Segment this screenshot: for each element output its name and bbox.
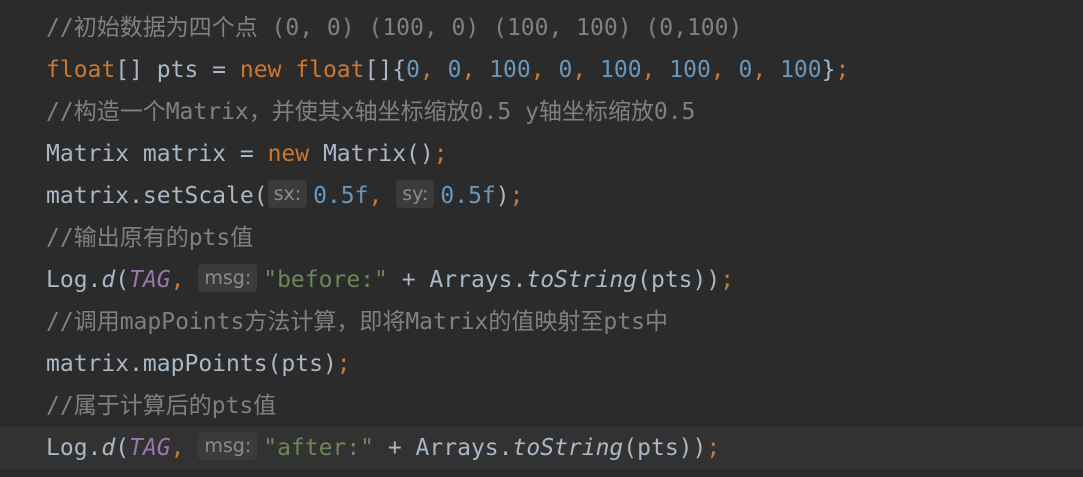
param-hint-sy: sy: bbox=[396, 180, 435, 208]
comment-construct-matrix: //构造一个Matrix，并使其x轴坐标缩放0.5 y轴坐标缩放0.5 bbox=[46, 99, 696, 125]
code-line-4[interactable]: Matrix matrix = new Matrix(); bbox=[0, 133, 1083, 175]
map-points-call: matrix.mapPoints(pts); bbox=[46, 351, 351, 377]
comment-output-original: //输出原有的pts值 bbox=[46, 225, 254, 251]
comment-initial-points: //初始数据为四个点 (0, 0) (100, 0) (100, 100) (0… bbox=[46, 15, 743, 41]
code-editor[interactable]: //初始数据为四个点 (0, 0) (100, 0) (100, 100) (0… bbox=[0, 0, 1083, 477]
log-after-call: Log.d(TAG, msg: "after:" + Arrays.toStrin… bbox=[46, 427, 720, 469]
code-line-6[interactable]: //输出原有的pts值 bbox=[0, 217, 1083, 259]
param-hint-msg: msg: bbox=[198, 264, 258, 292]
code-line-7[interactable]: Log.d(TAG, msg: "before:" + Arrays.toStri… bbox=[0, 259, 1083, 301]
comment-map-points: //调用mapPoints方法计算，即将Matrix的值映射至pts中 bbox=[46, 309, 668, 335]
code-line-8[interactable]: //调用mapPoints方法计算，即将Matrix的值映射至pts中 bbox=[0, 301, 1083, 343]
comment-after-calc: //属于计算后的pts值 bbox=[46, 393, 277, 419]
code-line-10[interactable]: //属于计算后的pts值 bbox=[0, 385, 1083, 427]
param-hint-msg: msg: bbox=[198, 432, 258, 460]
log-before-call: Log.d(TAG, msg: "before:" + Arrays.toStri… bbox=[46, 259, 734, 301]
param-hint-sx: sx: bbox=[267, 180, 308, 208]
code-line-3[interactable]: //构造一个Matrix，并使其x轴坐标缩放0.5 y轴坐标缩放0.5 bbox=[0, 91, 1083, 133]
code-line-2[interactable]: float[] pts = new float[]{0, 0, 100, 0, … bbox=[0, 49, 1083, 91]
code-line-9[interactable]: matrix.mapPoints(pts); bbox=[0, 343, 1083, 385]
pts-declaration: float[] pts = new float[]{0, 0, 100, 0, … bbox=[46, 57, 850, 83]
code-line-5[interactable]: matrix.setScale(sx: 0.5f, sy: 0.5f); bbox=[0, 175, 1083, 217]
code-line-1[interactable]: //初始数据为四个点 (0, 0) (100, 0) (100, 100) (0… bbox=[0, 7, 1083, 49]
code-line-11-current[interactable]: Log.d(TAG, msg: "after:" + Arrays.toStrin… bbox=[0, 427, 1083, 469]
matrix-declaration: Matrix matrix = new Matrix(); bbox=[46, 141, 448, 167]
set-scale-call: matrix.setScale(sx: 0.5f, sy: 0.5f); bbox=[46, 175, 523, 217]
